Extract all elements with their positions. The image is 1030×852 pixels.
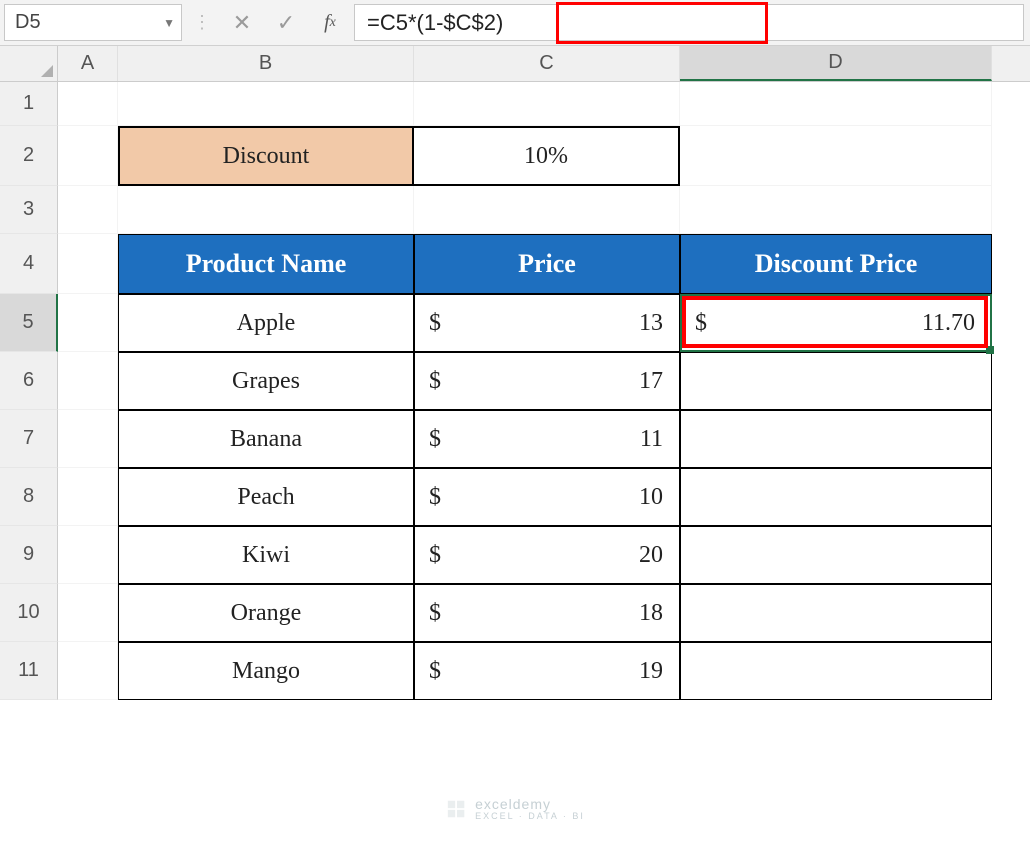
row-header-8[interactable]: 8 xyxy=(0,468,58,526)
discount-label-cell[interactable]: Discount xyxy=(118,126,414,186)
cell-D2[interactable] xyxy=(680,126,992,186)
header-discount-price[interactable]: Discount Price xyxy=(680,234,992,294)
col-header-C[interactable]: C xyxy=(414,46,680,81)
cell-price-5[interactable]: $ 18 xyxy=(414,584,680,642)
formula-text: =C5*(1-$C$2) xyxy=(367,10,503,36)
discount-value-cell[interactable]: 10% xyxy=(414,126,680,186)
cell-A1[interactable] xyxy=(58,82,118,126)
cell-A3[interactable] xyxy=(58,186,118,234)
price-value: 13 xyxy=(639,310,663,337)
row-1: 1 xyxy=(0,82,1030,126)
row-11: 11 Mango $ 19 xyxy=(0,642,1030,700)
cell-discount-0[interactable]: $ 11.70 xyxy=(680,294,992,352)
col-header-A[interactable]: A xyxy=(58,46,118,81)
cell-D3[interactable] xyxy=(680,186,992,234)
cell-price-4[interactable]: $ 20 xyxy=(414,526,680,584)
row-header-2[interactable]: 2 xyxy=(0,126,58,186)
watermark: exceldemy EXCEL · DATA · BI xyxy=(445,797,585,822)
cell-discount-6[interactable] xyxy=(680,642,992,700)
cancel-icon[interactable]: ✕ xyxy=(220,0,264,45)
row-header-3[interactable]: 3 xyxy=(0,186,58,234)
name-box[interactable]: D5 ▼ xyxy=(4,4,182,41)
cell-price-0[interactable]: $ 13 xyxy=(414,294,680,352)
cell-discount-4[interactable] xyxy=(680,526,992,584)
cell-product-3[interactable]: Peach xyxy=(118,468,414,526)
watermark-tagline: EXCEL · DATA · BI xyxy=(475,812,585,822)
cell-D1[interactable] xyxy=(680,82,992,126)
chevron-down-icon[interactable]: ▼ xyxy=(163,16,175,30)
cell-price-1[interactable]: $ 17 xyxy=(414,352,680,410)
row-2: 2 Discount 10% xyxy=(0,126,1030,186)
cell-A7[interactable] xyxy=(58,410,118,468)
select-all-corner[interactable] xyxy=(0,46,58,81)
cell-price-6[interactable]: $ 19 xyxy=(414,642,680,700)
row-10: 10 Orange $ 18 xyxy=(0,584,1030,642)
row-4: 4 Product Name Price Discount Price xyxy=(0,234,1030,294)
col-header-B[interactable]: B xyxy=(118,46,414,81)
formula-input[interactable]: =C5*(1-$C$2) xyxy=(354,4,1024,41)
cell-A4[interactable] xyxy=(58,234,118,294)
cell-price-2[interactable]: $ 11 xyxy=(414,410,680,468)
cell-product-4[interactable]: Kiwi xyxy=(118,526,414,584)
row-header-1[interactable]: 1 xyxy=(0,82,58,126)
cell-product-1[interactable]: Grapes xyxy=(118,352,414,410)
cell-A11[interactable] xyxy=(58,642,118,700)
fx-icon[interactable]: fx xyxy=(308,0,352,45)
cell-discount-2[interactable] xyxy=(680,410,992,468)
cell-discount-1[interactable] xyxy=(680,352,992,410)
cell-price-3[interactable]: $ 10 xyxy=(414,468,680,526)
row-5: 5 Apple $ 13 $ 11.70 xyxy=(0,294,1030,352)
row-3: 3 xyxy=(0,186,1030,234)
row-8: 8 Peach $ 10 xyxy=(0,468,1030,526)
logo-icon xyxy=(445,798,467,820)
row-header-6[interactable]: 6 xyxy=(0,352,58,410)
row-7: 7 Banana $ 11 xyxy=(0,410,1030,468)
cell-discount-5[interactable] xyxy=(680,584,992,642)
cell-product-5[interactable]: Orange xyxy=(118,584,414,642)
cell-product-2[interactable]: Banana xyxy=(118,410,414,468)
row-header-10[interactable]: 10 xyxy=(0,584,58,642)
cell-B1[interactable] xyxy=(118,82,414,126)
header-price[interactable]: Price xyxy=(414,234,680,294)
row-header-4[interactable]: 4 xyxy=(0,234,58,294)
spreadsheet-grid[interactable]: A B C D 1 2 Discount 10% 3 xyxy=(0,46,1030,700)
cell-A2[interactable] xyxy=(58,126,118,186)
row-9: 9 Kiwi $ 20 xyxy=(0,526,1030,584)
cell-discount-3[interactable] xyxy=(680,468,992,526)
cell-A10[interactable] xyxy=(58,584,118,642)
row-header-7[interactable]: 7 xyxy=(0,410,58,468)
row-header-9[interactable]: 9 xyxy=(0,526,58,584)
watermark-brand: exceldemy xyxy=(475,797,551,812)
currency-symbol: $ xyxy=(429,310,441,337)
cell-product-0[interactable]: Apple xyxy=(118,294,414,352)
name-box-value: D5 xyxy=(15,11,41,34)
cell-A9[interactable] xyxy=(58,526,118,584)
col-header-D[interactable]: D xyxy=(680,46,992,81)
currency-symbol: $ xyxy=(695,310,707,337)
cell-A6[interactable] xyxy=(58,352,118,410)
cell-C1[interactable] xyxy=(414,82,680,126)
header-product[interactable]: Product Name xyxy=(118,234,414,294)
row-header-5[interactable]: 5 xyxy=(0,294,58,352)
row-6: 6 Grapes $ 17 xyxy=(0,352,1030,410)
confirm-icon[interactable]: ✓ xyxy=(264,0,308,45)
formula-bar: D5 ▼ ⋮ ✕ ✓ fx =C5*(1-$C$2) xyxy=(0,0,1030,46)
cell-A8[interactable] xyxy=(58,468,118,526)
cell-product-6[interactable]: Mango xyxy=(118,642,414,700)
separator: ⋮ xyxy=(184,0,220,45)
column-headers: A B C D xyxy=(0,46,1030,82)
cell-B3[interactable] xyxy=(118,186,414,234)
cell-C3[interactable] xyxy=(414,186,680,234)
cell-A5[interactable] xyxy=(58,294,118,352)
discount-value: 11.70 xyxy=(922,310,975,337)
row-header-11[interactable]: 11 xyxy=(0,642,58,700)
